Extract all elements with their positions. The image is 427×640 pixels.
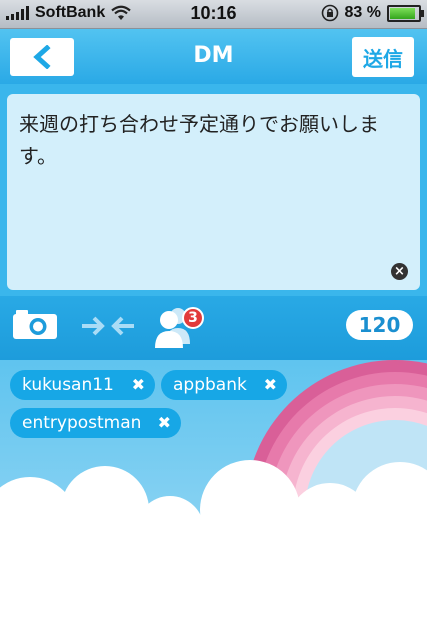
camera-icon[interactable] (12, 310, 58, 340)
merge-arrows-icon[interactable] (80, 314, 136, 338)
recipient-name: appbank (173, 375, 247, 395)
recipient-name: kukusan11 (22, 375, 114, 395)
rotation-lock-icon (321, 4, 338, 22)
battery-icon (387, 4, 424, 22)
send-button[interactable]: 送信 (352, 37, 414, 77)
char-counter: 120 (346, 310, 413, 340)
message-textarea[interactable]: 来週の打ち合わせ予定通りでお願いします。 × (7, 94, 420, 290)
message-text: 来週の打ち合わせ予定通りでお願いします。 (19, 112, 379, 168)
recipient-chip[interactable]: kukusan11 ✖ (10, 370, 155, 400)
toolbar: 3 120 (0, 296, 427, 360)
compose-area: 来週の打ち合わせ予定通りでお願いします。 × (0, 84, 427, 296)
remove-recipient-icon[interactable]: ✖ (158, 413, 171, 432)
recipient-name: entrypostman (22, 413, 142, 433)
clear-text-icon[interactable]: × (391, 263, 408, 280)
battery-group: 83 % (321, 4, 424, 22)
status-bar: SoftBank 10:16 83 % (0, 0, 427, 29)
remove-recipient-icon[interactable]: ✖ (132, 375, 145, 394)
remove-recipient-icon[interactable]: ✖ (264, 375, 277, 394)
recipient-chip[interactable]: entrypostman ✖ (10, 408, 181, 438)
recipient-chip[interactable]: appbank ✖ (161, 370, 287, 400)
nav-bar: DM 送信 (0, 29, 427, 84)
recipients-area: kukusan11 ✖ appbank ✖ entrypostman ✖ (0, 360, 427, 640)
recipient-count-badge: 3 (182, 307, 204, 329)
rainbow-cloud-illustration (0, 360, 427, 640)
battery-percent: 83 % (344, 4, 381, 21)
